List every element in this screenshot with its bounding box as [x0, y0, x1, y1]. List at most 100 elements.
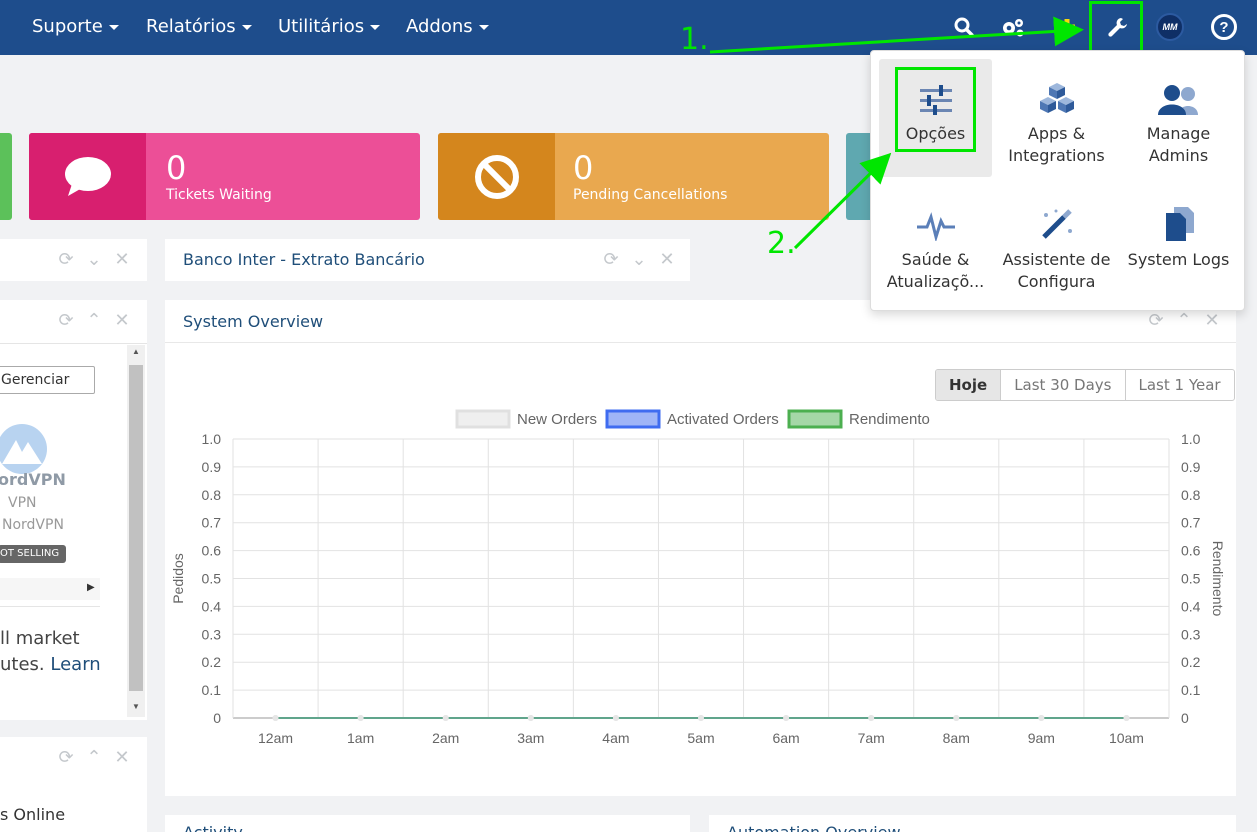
plus-icon[interactable] [1052, 12, 1082, 42]
scrollbar-thumb[interactable] [129, 365, 143, 691]
panel-automation: Automation Overview [709, 815, 1236, 832]
slider-row[interactable]: ▶ [0, 578, 100, 600]
search-icon[interactable] [949, 12, 979, 42]
dropdown-item-logs[interactable]: System Logs [1121, 199, 1236, 271]
y-tick-label: 0.5 [202, 571, 222, 587]
chevron-down-icon[interactable]: ⌄ [84, 249, 104, 270]
x-tick-label: 10am [1109, 730, 1144, 746]
data-point [783, 715, 790, 721]
y-tick-label: 0.3 [202, 626, 222, 642]
dropdown-item-assistente[interactable]: Assistente de Configura [999, 199, 1114, 303]
nav-suporte[interactable]: Suporte [32, 16, 119, 37]
dropdown-item-saude[interactable]: Saúde & Atualizaçõ... [878, 199, 993, 293]
panel-controls: ⟳ ⌃ ✕ [56, 310, 132, 331]
data-point [953, 715, 960, 721]
legend-swatch [455, 409, 511, 429]
dropdown-item-apps[interactable]: Apps & Integrations [999, 73, 1114, 167]
stat-pending-cancellations[interactable]: 0 Pending Cancellations [438, 133, 829, 220]
panel-left-bottom: ⟳ ⌃ ✕ s Online [0, 737, 147, 832]
nav-addons-label: Addons [406, 16, 473, 37]
chevron-up-icon[interactable]: ⌃ [84, 747, 104, 768]
stat-label: Tickets Waiting [166, 187, 272, 203]
user-avatar[interactable]: MM [1155, 12, 1185, 42]
chevron-down-icon[interactable]: ⌄ [629, 249, 649, 270]
dropdown-label: System Logs [1127, 250, 1230, 269]
refresh-icon[interactable]: ⟳ [56, 747, 76, 768]
nav-utilitarios-label: Utilitários [278, 16, 365, 37]
refresh-icon[interactable]: ⟳ [56, 310, 76, 331]
refresh-icon[interactable]: ⟳ [601, 249, 621, 270]
annotation-step2: 2. [767, 226, 796, 261]
y2-tick-label: 0.3 [1181, 626, 1201, 642]
x-tick-label: 4am [602, 730, 629, 746]
cubes-icon [999, 73, 1114, 123]
x-tick-label: 12am [258, 730, 293, 746]
addon-text-line2: utes. [0, 654, 45, 675]
y2-tick-label: 0.9 [1181, 459, 1201, 475]
dropdown-item-admins[interactable]: Manage Admins [1121, 73, 1236, 167]
refresh-icon[interactable]: ⟳ [56, 249, 76, 270]
chat-bubble-icon [29, 133, 146, 220]
heartbeat-icon [878, 199, 993, 249]
scroll-down-icon[interactable]: ▼ [132, 702, 140, 711]
files-icon [1121, 199, 1236, 249]
addon-text-line1: ll market [0, 628, 80, 649]
close-icon[interactable]: ✕ [112, 310, 132, 331]
avatar-initials: MM [1156, 13, 1184, 41]
stat-label: Pending Cancellations [573, 187, 728, 203]
y2-tick-label: 0 [1181, 710, 1189, 726]
y-axis-title: Pedidos [170, 553, 186, 604]
chevron-down-icon [370, 24, 381, 30]
status-badge: OT SELLING [0, 545, 66, 563]
x-tick-label: 5am [687, 730, 714, 746]
y-tick-label: 0.6 [202, 543, 222, 559]
close-icon[interactable]: ✕ [1202, 310, 1222, 331]
y2-tick-label: 0.7 [1181, 515, 1201, 531]
panel-left-top: ⟳ ⌄ ✕ [0, 239, 147, 281]
close-icon[interactable]: ✕ [657, 249, 677, 270]
nav-relatorios[interactable]: Relatórios [146, 16, 252, 37]
nav-utilitarios[interactable]: Utilitários [278, 16, 381, 37]
y2-tick-label: 1.0 [1181, 431, 1201, 447]
annotation-step1: 1. [680, 22, 709, 57]
range-1year-button[interactable]: Last 1 Year [1124, 370, 1234, 400]
help-icon[interactable]: ? [1209, 12, 1239, 42]
nav-addons[interactable]: Addons [406, 16, 489, 37]
range-hoje-button[interactable]: Hoje [936, 370, 1001, 400]
stat-tickets-waiting[interactable]: 0 Tickets Waiting [29, 133, 420, 220]
refresh-icon[interactable]: ⟳ [1146, 310, 1166, 331]
range-30days-button[interactable]: Last 30 Days [1000, 370, 1124, 400]
y2-tick-label: 0.4 [1181, 598, 1201, 614]
panel-title: System Overview [183, 312, 324, 331]
x-tick-label: 9am [1028, 730, 1055, 746]
chevron-down-icon [241, 24, 252, 30]
x-tick-label: 3am [517, 730, 544, 746]
close-icon[interactable]: ✕ [112, 747, 132, 768]
nav-suporte-label: Suporte [32, 16, 103, 37]
scrollbar[interactable]: ▲ ▼ [127, 345, 145, 717]
scroll-up-icon[interactable]: ▲ [132, 347, 140, 356]
close-icon[interactable]: ✕ [112, 249, 132, 270]
y-tick-label: 1.0 [202, 431, 222, 447]
magic-wand-icon [999, 199, 1114, 249]
panel-controls: ⟳ ⌃ ✕ [56, 747, 132, 768]
vpn-line2: NordVPN [2, 517, 64, 533]
x-tick-label: 7am [858, 730, 885, 746]
panel-title: Automation Overview [727, 823, 901, 832]
legend-label: New Orders [517, 411, 597, 428]
x-tick-label: 6am [772, 730, 799, 746]
chevron-up-icon[interactable]: ⌃ [1174, 310, 1194, 331]
panel-controls: ⟳ ⌃ ✕ [1146, 310, 1222, 331]
gears-icon[interactable] [998, 12, 1028, 42]
stat-value: 0 [573, 149, 594, 187]
dropdown-label: Saúde & Atualizaçõ... [886, 250, 985, 291]
stat-value: 0 [166, 149, 187, 187]
x-tick-label: 1am [347, 730, 374, 746]
vpn-line1: VPN [8, 495, 37, 511]
panel-controls: ⟳ ⌄ ✕ [601, 249, 677, 270]
gerenciar-button[interactable]: Gerenciar [0, 366, 95, 394]
chevron-up-icon[interactable]: ⌃ [84, 310, 104, 331]
chevron-down-icon [108, 24, 119, 30]
learn-link[interactable]: Learn [50, 654, 100, 675]
legend-swatch [605, 409, 661, 429]
